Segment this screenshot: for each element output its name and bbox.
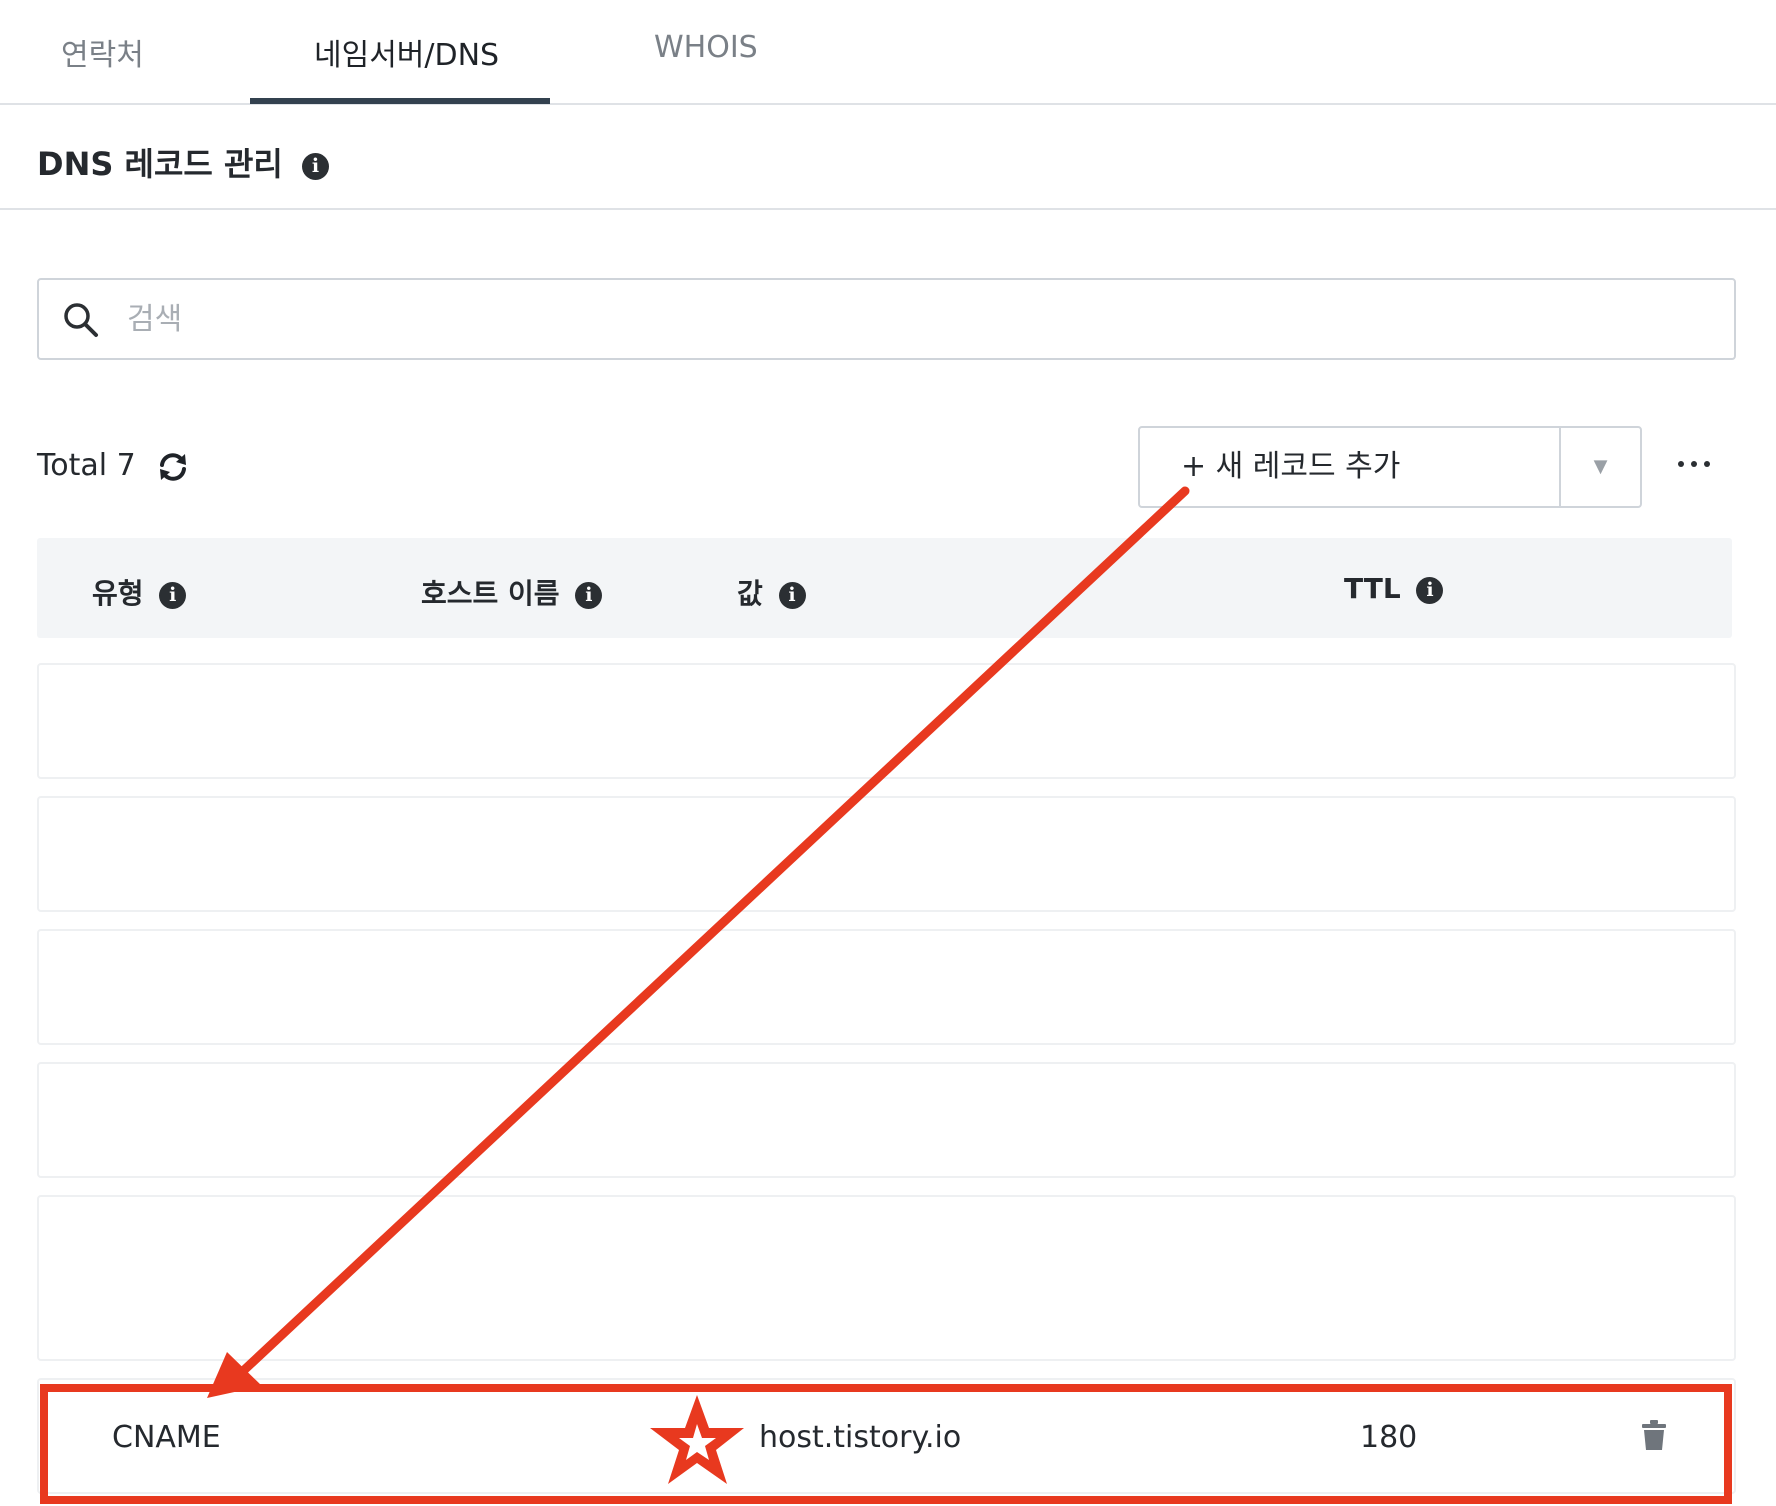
total-count: Total 7	[37, 448, 136, 483]
table-row[interactable]	[37, 663, 1736, 779]
info-icon[interactable]: i	[302, 152, 330, 180]
tab-nameserver-dns[interactable]: 네임서버/DNS	[314, 30, 499, 74]
column-header-value[interactable]: 값 i	[737, 572, 806, 612]
column-header-label: 호스트 이름	[421, 577, 560, 610]
column-header-type[interactable]: 유형 i	[92, 572, 187, 612]
add-record-button[interactable]: + 새 레코드 추가	[1140, 428, 1559, 506]
section-title: DNS 레코드 관리 i	[37, 139, 330, 185]
tab-bar: 연락처 네임서버/DNS WHOIS	[0, 0, 1776, 105]
section-title-text: DNS 레코드 관리	[37, 145, 283, 183]
info-icon[interactable]: i	[1416, 576, 1444, 604]
info-icon[interactable]: i	[778, 581, 806, 609]
column-header-label: 유형	[92, 577, 144, 610]
table-row[interactable]	[37, 1195, 1736, 1361]
column-header-ttl[interactable]: TTL i	[1344, 572, 1444, 605]
column-header-label: TTL	[1344, 572, 1401, 605]
add-record-split-button: + 새 레코드 추가 ▼	[1138, 426, 1642, 508]
more-icon[interactable]	[1676, 446, 1712, 482]
tab-contacts[interactable]: 연락처	[61, 30, 144, 74]
highlight-box	[40, 1384, 1732, 1504]
table-row[interactable]	[37, 1062, 1736, 1178]
table-row[interactable]	[37, 929, 1736, 1045]
search-box[interactable]	[37, 278, 1736, 360]
column-header-label: 값	[737, 577, 763, 610]
active-tab-indicator	[250, 98, 550, 104]
search-input[interactable]	[125, 292, 1709, 346]
section-header: DNS 레코드 관리 i	[0, 105, 1776, 210]
table-row[interactable]	[37, 796, 1736, 912]
refresh-icon[interactable]	[156, 450, 190, 484]
info-icon[interactable]: i	[159, 581, 187, 609]
chevron-down-icon[interactable]: ▼	[1561, 428, 1640, 506]
table-header: 유형 i 호스트 이름 i 값 i TTL i	[37, 538, 1732, 638]
column-header-host[interactable]: 호스트 이름 i	[421, 572, 603, 612]
info-icon[interactable]: i	[575, 581, 603, 609]
tab-whois[interactable]: WHOIS	[654, 30, 758, 65]
search-icon	[64, 303, 98, 337]
